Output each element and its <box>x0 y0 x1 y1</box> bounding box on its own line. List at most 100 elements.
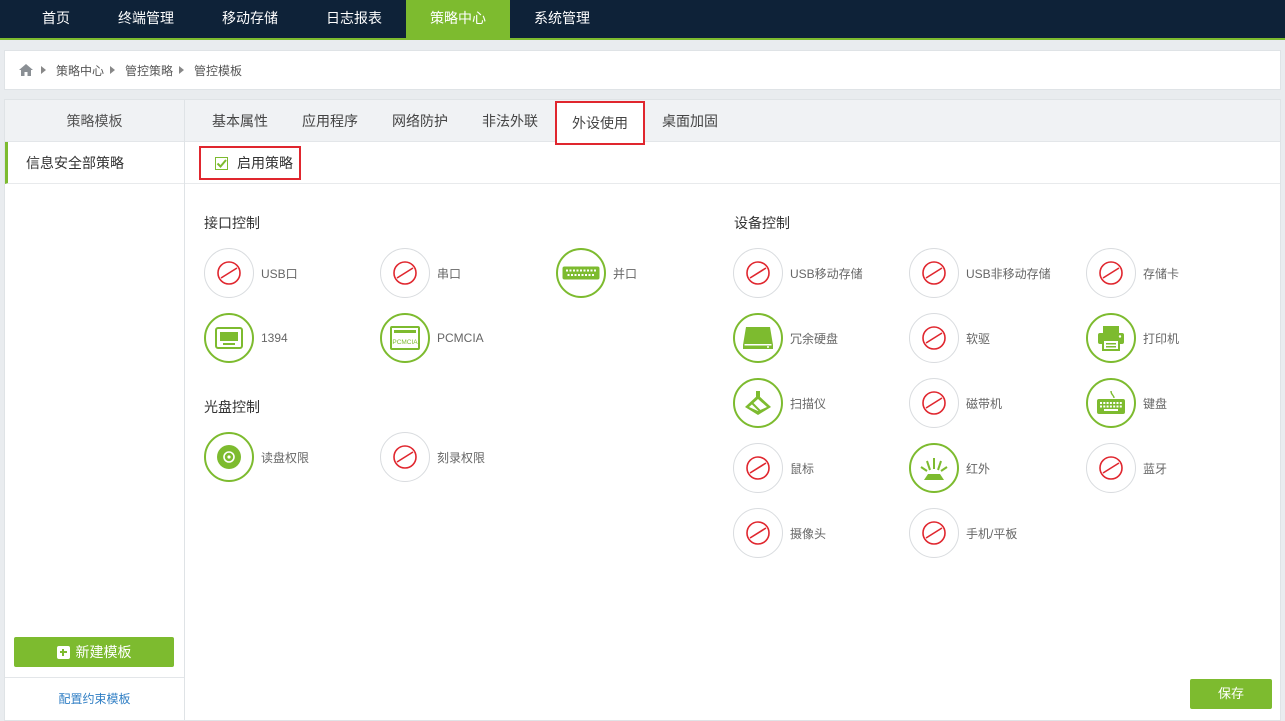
device-toggle-device_control-items-3[interactable]: 冗余硬盘 <box>733 313 838 363</box>
device-label: 读盘权限 <box>261 450 310 465</box>
device-toggle-device_control-items-5[interactable]: 打印机 <box>1086 313 1179 363</box>
enable-policy-checkbox[interactable]: 启用策略 <box>199 146 301 180</box>
device-toggle-device_control-items-12[interactable]: 摄像头 <box>733 508 826 558</box>
nav-item-policy-center[interactable]: 策略中心 <box>406 0 510 38</box>
device-toggle-device_control-items-2[interactable]: 存储卡 <box>1086 248 1179 298</box>
sidebar-title: 策略模板 <box>5 100 184 142</box>
scanner-icon[interactable] <box>733 378 783 428</box>
plus-icon <box>56 645 70 659</box>
device-label: 刻录权限 <box>437 450 486 465</box>
device-toggle-device_control-items-9[interactable]: 鼠标 <box>733 443 814 493</box>
device-label: USB移动存储 <box>790 266 863 281</box>
device-label: 打印机 <box>1143 331 1180 346</box>
forbidden-icon[interactable] <box>909 378 959 428</box>
device-label: 并口 <box>613 266 638 281</box>
new-template-label: 新建模板 <box>75 644 132 660</box>
device-label: 存储卡 <box>1143 266 1180 281</box>
tab-bar: 基本属性 应用程序 网络防护 非法外联 外设使用 桌面加固 <box>185 100 1280 145</box>
home-icon[interactable] <box>19 64 33 76</box>
device-toggle-interface_control-items-4[interactable]: PCMCIA PCMCIA <box>380 313 484 363</box>
tab-desktop-hardening[interactable]: 桌面加固 <box>645 100 735 142</box>
device-toggle-interface_control-items-2[interactable]: 并口 <box>556 248 637 298</box>
device-toggle-device_control-items-6[interactable]: 扫描仪 <box>733 378 826 428</box>
forbidden-icon[interactable] <box>380 432 430 482</box>
tab-basic-properties[interactable]: 基本属性 <box>195 100 285 142</box>
tab-peripheral-usage[interactable]: 外设使用 <box>555 101 645 145</box>
tab-illegal-outreach[interactable]: 非法外联 <box>465 100 555 142</box>
device-toggle-interface_control-items-3[interactable]: 1394 <box>204 313 288 363</box>
nav-item-log-report[interactable]: 日志报表 <box>302 0 406 38</box>
forbidden-icon[interactable] <box>733 508 783 558</box>
device-label: 红外 <box>966 461 991 476</box>
forbidden-icon[interactable] <box>1086 443 1136 493</box>
device-label: 手机/平板 <box>966 526 1018 541</box>
forbidden-icon[interactable] <box>204 248 254 298</box>
device-toggle-disc_control-items-0[interactable]: 读盘权限 <box>204 432 309 482</box>
breadcrumb-separator-icon <box>179 66 185 74</box>
config-constraint-template-link[interactable]: 配置约束模板 <box>5 690 184 707</box>
disc-control-title: 光盘控制 <box>204 399 260 415</box>
printer-icon[interactable] <box>1086 313 1136 363</box>
svg-text:PCMCIA: PCMCIA <box>392 339 418 346</box>
device-toggle-device_control-items-1[interactable]: USB非移动存储 <box>909 248 1051 298</box>
tab-applications[interactable]: 应用程序 <box>285 100 375 142</box>
nav-item-home[interactable]: 首页 <box>18 0 94 38</box>
forbidden-icon[interactable] <box>909 313 959 363</box>
nav-item-mobile-storage[interactable]: 移动存储 <box>198 0 302 38</box>
forbidden-icon[interactable] <box>733 248 783 298</box>
device-toggle-device_control-items-13[interactable]: 手机/平板 <box>909 508 1017 558</box>
hard-disk-icon[interactable] <box>733 313 783 363</box>
device-label: PCMCIA <box>437 331 484 345</box>
nav-item-system[interactable]: 系统管理 <box>510 0 614 38</box>
device-label: 扫描仪 <box>790 396 827 411</box>
breadcrumb-separator-icon <box>110 66 116 74</box>
sidebar-item-infosec-policy[interactable]: 信息安全部策略 <box>5 142 184 184</box>
device-toggle-device_control-items-8[interactable]: 键盘 <box>1086 378 1167 428</box>
device-label: 磁带机 <box>966 396 1003 411</box>
sidebar-divider <box>5 677 184 678</box>
interface-control-title: 接口控制 <box>204 215 260 231</box>
device-toggle-device_control-items-10[interactable]: 红外 <box>909 443 990 493</box>
breadcrumb-separator-icon <box>41 66 46 74</box>
checkbox-checked-icon <box>215 156 228 170</box>
device-toggle-interface_control-items-0[interactable]: USB口 <box>204 248 298 298</box>
save-button[interactable]: 保存 <box>1190 679 1272 709</box>
device-control-title: 设备控制 <box>734 215 790 231</box>
device-label: USB非移动存储 <box>966 266 1051 281</box>
device-label: 冗余硬盘 <box>790 331 839 346</box>
forbidden-icon[interactable] <box>733 443 783 493</box>
device-toggle-disc_control-items-1[interactable]: 刻录权限 <box>380 432 485 482</box>
nav-item-terminal[interactable]: 终端管理 <box>94 0 198 38</box>
device-label: 鼠标 <box>790 461 815 476</box>
breadcrumb: 策略中心 管控策略 管控模板 <box>4 50 1281 90</box>
top-nav: 首页 终端管理 移动存储 日志报表 策略中心 系统管理 <box>0 0 1285 40</box>
new-template-button[interactable]: 新建模板 <box>14 637 174 667</box>
keyboard-icon[interactable] <box>1086 378 1136 428</box>
parallel-port-icon[interactable] <box>556 248 606 298</box>
device-label: 蓝牙 <box>1143 461 1168 476</box>
breadcrumb-policy-center[interactable]: 策略中心 <box>56 62 104 79</box>
disc-icon[interactable] <box>204 432 254 482</box>
forbidden-icon[interactable] <box>909 248 959 298</box>
firewire-icon[interactable] <box>204 313 254 363</box>
forbidden-icon[interactable] <box>380 248 430 298</box>
forbidden-icon[interactable] <box>1086 248 1136 298</box>
device-label: 摄像头 <box>790 526 827 541</box>
device-toggle-device_control-items-7[interactable]: 磁带机 <box>909 378 1002 428</box>
device-toggle-interface_control-items-1[interactable]: 串口 <box>380 248 461 298</box>
infrared-icon[interactable] <box>909 443 959 493</box>
tab-network-protection[interactable]: 网络防护 <box>375 100 465 142</box>
device-toggle-device_control-items-11[interactable]: 蓝牙 <box>1086 443 1167 493</box>
main-panel: 基本属性 应用程序 网络防护 非法外联 外设使用 桌面加固 启用策略 接口控制 … <box>185 99 1281 721</box>
device-label: 1394 <box>261 331 288 345</box>
forbidden-icon[interactable] <box>909 508 959 558</box>
breadcrumb-control-policy[interactable]: 管控策略 <box>125 62 173 79</box>
device-toggle-device_control-items-0[interactable]: USB移动存储 <box>733 248 863 298</box>
breadcrumb-control-template: 管控模板 <box>194 63 243 78</box>
device-label: 键盘 <box>1143 396 1168 411</box>
device-toggle-device_control-items-4[interactable]: 软驱 <box>909 313 990 363</box>
pcmcia-icon[interactable]: PCMCIA <box>380 313 430 363</box>
enable-policy-label: 启用策略 <box>237 155 293 171</box>
enable-policy-row: 启用策略 <box>185 142 1280 184</box>
device-label: 软驱 <box>966 331 991 346</box>
